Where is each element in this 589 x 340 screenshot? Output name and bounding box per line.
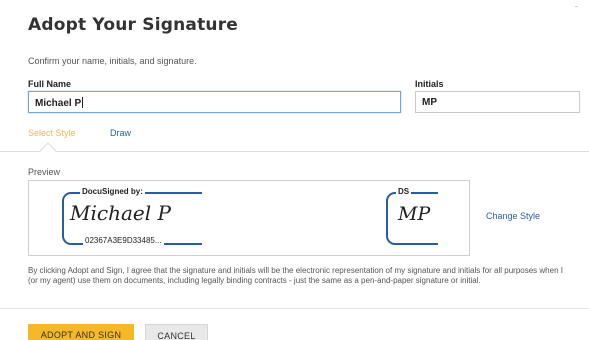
text-caret bbox=[82, 97, 84, 108]
full-name-label: Full Name bbox=[28, 79, 72, 89]
active-tab-indicator bbox=[39, 142, 57, 160]
dialog-subtitle: Confirm your name, initials, and signatu… bbox=[28, 56, 197, 66]
preview-label: Preview bbox=[28, 167, 61, 177]
signature-header: DocuSigned by: bbox=[80, 187, 145, 196]
signature-image: Michael P bbox=[70, 201, 171, 225]
legal-disclaimer: By clicking Adopt and Sign, I agree that… bbox=[28, 266, 563, 285]
initials-label: Initials bbox=[415, 79, 444, 89]
tab-divider bbox=[0, 151, 589, 152]
footer-divider bbox=[0, 308, 589, 309]
initials-value: MP bbox=[422, 97, 437, 108]
signature-preview: DocuSigned by: Michael P 02367A3E9D33485… bbox=[28, 180, 470, 256]
tab-draw[interactable]: Draw bbox=[110, 128, 131, 138]
signature-id: 02367A3E9D33485... bbox=[83, 236, 164, 245]
close-icon[interactable]: ˉ bbox=[575, 4, 578, 14]
change-style-link[interactable]: Change Style bbox=[486, 211, 540, 221]
adopt-and-sign-button[interactable]: ADOPT AND SIGN bbox=[28, 324, 134, 340]
initials-input[interactable]: MP bbox=[415, 91, 580, 113]
initials-header: DS bbox=[396, 187, 412, 196]
dialog-title: Adopt Your Signature bbox=[28, 15, 239, 35]
initials-image: MP bbox=[398, 203, 431, 225]
cancel-button[interactable]: CANCEL bbox=[145, 324, 208, 340]
full-name-value: Michael P bbox=[35, 98, 82, 109]
tab-select-style[interactable]: Select Style bbox=[28, 128, 76, 138]
full-name-input[interactable]: Michael P bbox=[28, 91, 401, 113]
